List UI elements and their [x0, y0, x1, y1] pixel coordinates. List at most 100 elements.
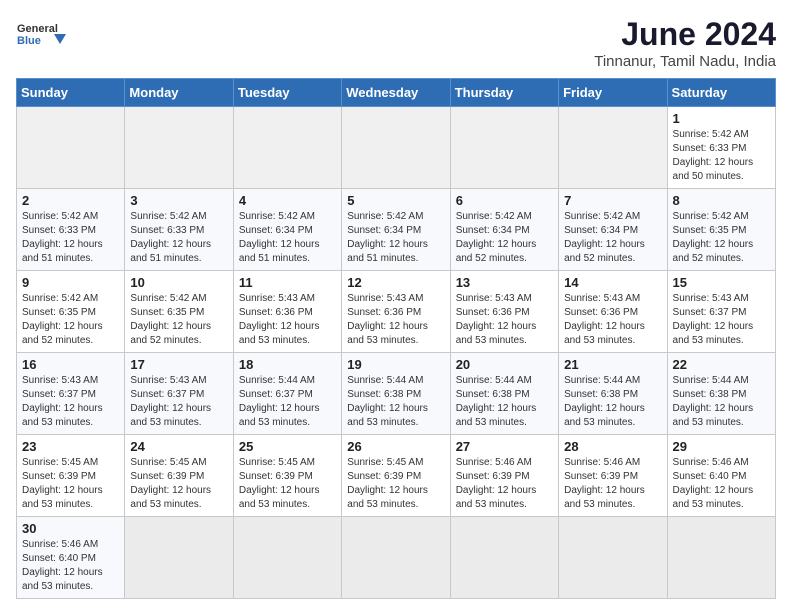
calendar-cell [342, 107, 450, 189]
day-info: Sunrise: 5:45 AM Sunset: 6:39 PM Dayligh… [239, 456, 336, 512]
calendar-cell: 6 Sunrise: 5:42 AM Sunset: 6:34 PM Daylig… [450, 189, 558, 271]
day-info: Sunrise: 5:43 AM Sunset: 6:37 PM Dayligh… [22, 374, 119, 430]
day-info: Sunrise: 5:42 AM Sunset: 6:35 PM Dayligh… [130, 292, 227, 348]
weekday-header-saturday: Saturday [667, 79, 775, 107]
calendar-cell: 23 Sunrise: 5:45 AM Sunset: 6:39 PM Dayli… [17, 435, 125, 517]
day-number: 18 [239, 357, 336, 372]
day-info: Sunrise: 5:44 AM Sunset: 6:38 PM Dayligh… [673, 374, 770, 430]
day-number: 11 [239, 275, 336, 290]
calendar-cell [450, 517, 558, 599]
calendar-cell: 27 Sunrise: 5:46 AM Sunset: 6:39 PM Dayli… [450, 435, 558, 517]
day-number: 6 [456, 193, 553, 208]
day-number: 21 [564, 357, 661, 372]
day-info: Sunrise: 5:42 AM Sunset: 6:33 PM Dayligh… [130, 210, 227, 266]
calendar-cell: 25Sunrise: 5:45 AM Sunset: 6:39 PM Dayli… [233, 435, 341, 517]
day-number: 29 [673, 439, 770, 454]
calendar-cell: 21 Sunrise: 5:44 AM Sunset: 6:38 PM Dayli… [559, 353, 667, 435]
calendar-cell [559, 107, 667, 189]
weekday-header-thursday: Thursday [450, 79, 558, 107]
day-number: 2 [22, 193, 119, 208]
page-header: General Blue June 2024 Tinnanur, Tamil N… [16, 16, 776, 70]
calendar-cell [125, 107, 233, 189]
day-number: 8 [673, 193, 770, 208]
day-number: 7 [564, 193, 661, 208]
calendar-header: SundayMondayTuesdayWednesdayThursdayFrid… [17, 79, 776, 107]
day-info: Sunrise: 5:44 AM Sunset: 6:38 PM Dayligh… [456, 374, 553, 430]
day-number: 20 [456, 357, 553, 372]
calendar-cell: 16 Sunrise: 5:43 AM Sunset: 6:37 PM Dayli… [17, 353, 125, 435]
day-info: Sunrise: 5:43 AM Sunset: 6:37 PM Dayligh… [673, 292, 770, 348]
day-info: Sunrise: 5:43 AM Sunset: 6:36 PM Dayligh… [239, 292, 336, 348]
calendar-cell: 13 Sunrise: 5:43 AM Sunset: 6:36 PM Dayli… [450, 271, 558, 353]
day-info: Sunrise: 5:42 AM Sunset: 6:33 PM Dayligh… [22, 210, 119, 266]
day-number: 16 [22, 357, 119, 372]
day-info: Sunrise: 5:42 AM Sunset: 6:35 PM Dayligh… [673, 210, 770, 266]
calendar-cell: 7Sunrise: 5:42 AM Sunset: 6:34 PM Daylig… [559, 189, 667, 271]
day-info: Sunrise: 5:43 AM Sunset: 6:36 PM Dayligh… [564, 292, 661, 348]
day-info: Sunrise: 5:44 AM Sunset: 6:38 PM Dayligh… [564, 374, 661, 430]
day-number: 10 [130, 275, 227, 290]
day-number: 26 [347, 439, 444, 454]
calendar-cell: 10 Sunrise: 5:42 AM Sunset: 6:35 PM Dayli… [125, 271, 233, 353]
calendar-cell: 22 Sunrise: 5:44 AM Sunset: 6:38 PM Dayli… [667, 353, 775, 435]
day-number: 30 [22, 521, 119, 536]
day-info: Sunrise: 5:43 AM Sunset: 6:36 PM Dayligh… [347, 292, 444, 348]
calendar-table: SundayMondayTuesdayWednesdayThursdayFrid… [16, 78, 776, 599]
calendar-cell: 14 Sunrise: 5:43 AM Sunset: 6:36 PM Dayli… [559, 271, 667, 353]
weekday-header-monday: Monday [125, 79, 233, 107]
day-number: 12 [347, 275, 444, 290]
day-info: Sunrise: 5:46 AM Sunset: 6:40 PM Dayligh… [673, 456, 770, 512]
calendar-cell: 15 Sunrise: 5:43 AM Sunset: 6:37 PM Dayli… [667, 271, 775, 353]
calendar-cell: 17 Sunrise: 5:43 AM Sunset: 6:37 PM Dayli… [125, 353, 233, 435]
weekday-header-sunday: Sunday [17, 79, 125, 107]
day-info: Sunrise: 5:42 AM Sunset: 6:34 PM Dayligh… [347, 210, 444, 266]
calendar-week-row: 30Sunrise: 5:46 AM Sunset: 6:40 PM Dayli… [17, 517, 776, 599]
calendar-cell: 12 Sunrise: 5:43 AM Sunset: 6:36 PM Dayli… [342, 271, 450, 353]
day-number: 17 [130, 357, 227, 372]
calendar-cell: 30Sunrise: 5:46 AM Sunset: 6:40 PM Dayli… [17, 517, 125, 599]
svg-text:General: General [17, 23, 58, 35]
calendar-week-row: 16 Sunrise: 5:43 AM Sunset: 6:37 PM Dayli… [17, 353, 776, 435]
day-number: 22 [673, 357, 770, 372]
svg-text:Blue: Blue [17, 35, 41, 47]
day-number: 24 [130, 439, 227, 454]
day-number: 14 [564, 275, 661, 290]
day-info: Sunrise: 5:46 AM Sunset: 6:39 PM Dayligh… [456, 456, 553, 512]
calendar-cell [667, 517, 775, 599]
calendar-cell: 26 Sunrise: 5:45 AM Sunset: 6:39 PM Dayli… [342, 435, 450, 517]
logo: General Blue [16, 16, 66, 56]
day-number: 9 [22, 275, 119, 290]
calendar-week-row: 23 Sunrise: 5:45 AM Sunset: 6:39 PM Dayli… [17, 435, 776, 517]
day-number: 13 [456, 275, 553, 290]
calendar-body: 1Sunrise: 5:42 AM Sunset: 6:33 PM Daylig… [17, 107, 776, 599]
calendar-week-row: 1Sunrise: 5:42 AM Sunset: 6:33 PM Daylig… [17, 107, 776, 189]
day-info: Sunrise: 5:42 AM Sunset: 6:35 PM Dayligh… [22, 292, 119, 348]
calendar-subtitle: Tinnanur, Tamil Nadu, India [594, 53, 776, 70]
day-number: 23 [22, 439, 119, 454]
calendar-cell [342, 517, 450, 599]
day-info: Sunrise: 5:43 AM Sunset: 6:36 PM Dayligh… [456, 292, 553, 348]
day-number: 27 [456, 439, 553, 454]
calendar-cell [233, 107, 341, 189]
calendar-cell: 24Sunrise: 5:45 AM Sunset: 6:39 PM Dayli… [125, 435, 233, 517]
day-info: Sunrise: 5:45 AM Sunset: 6:39 PM Dayligh… [347, 456, 444, 512]
day-number: 5 [347, 193, 444, 208]
day-number: 15 [673, 275, 770, 290]
day-info: Sunrise: 5:42 AM Sunset: 6:34 PM Dayligh… [239, 210, 336, 266]
calendar-cell: 1Sunrise: 5:42 AM Sunset: 6:33 PM Daylig… [667, 107, 775, 189]
calendar-cell: 20 Sunrise: 5:44 AM Sunset: 6:38 PM Dayli… [450, 353, 558, 435]
day-info: Sunrise: 5:42 AM Sunset: 6:34 PM Dayligh… [456, 210, 553, 266]
calendar-cell: 3Sunrise: 5:42 AM Sunset: 6:33 PM Daylig… [125, 189, 233, 271]
calendar-cell: 4Sunrise: 5:42 AM Sunset: 6:34 PM Daylig… [233, 189, 341, 271]
calendar-week-row: 9 Sunrise: 5:42 AM Sunset: 6:35 PM Daylig… [17, 271, 776, 353]
day-info: Sunrise: 5:44 AM Sunset: 6:38 PM Dayligh… [347, 374, 444, 430]
day-info: Sunrise: 5:46 AM Sunset: 6:39 PM Dayligh… [564, 456, 661, 512]
calendar-title: June 2024 [594, 16, 776, 53]
calendar-cell [559, 517, 667, 599]
day-info: Sunrise: 5:42 AM Sunset: 6:33 PM Dayligh… [673, 128, 770, 184]
day-info: Sunrise: 5:45 AM Sunset: 6:39 PM Dayligh… [22, 456, 119, 512]
day-info: Sunrise: 5:43 AM Sunset: 6:37 PM Dayligh… [130, 374, 227, 430]
day-info: Sunrise: 5:44 AM Sunset: 6:37 PM Dayligh… [239, 374, 336, 430]
calendar-week-row: 2 Sunrise: 5:42 AM Sunset: 6:33 PM Daylig… [17, 189, 776, 271]
title-block: June 2024 Tinnanur, Tamil Nadu, India [594, 16, 776, 70]
